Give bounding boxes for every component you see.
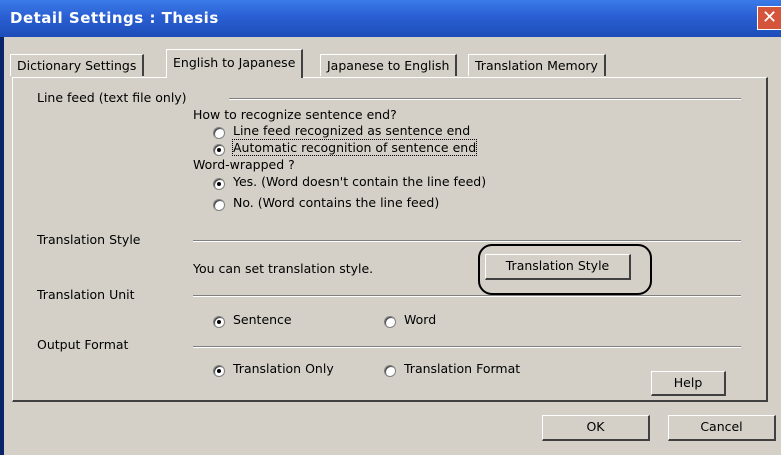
sentence-end-question: How to recognize sentence end?	[193, 107, 397, 122]
tab-label: Japanese to English	[327, 58, 450, 73]
close-icon[interactable]: ✕	[757, 6, 781, 30]
tab-label: English to Japanese	[173, 55, 296, 70]
help-button[interactable]: Help	[651, 371, 726, 396]
radio-translation-only-label[interactable]: Translation Only	[233, 361, 334, 376]
radio-line-feed-sentence-end[interactable]	[213, 127, 225, 139]
tab-label: Dictionary Settings	[17, 58, 137, 73]
radio-translation-only[interactable]	[213, 365, 225, 377]
radio-word-label[interactable]: Word	[404, 312, 436, 327]
translation-style-description: You can set translation style.	[193, 261, 374, 276]
tab-dictionary-settings[interactable]: Dictionary Settings	[10, 54, 145, 76]
radio-sentence[interactable]	[213, 316, 225, 328]
translation-style-group-label: Translation Style	[37, 232, 141, 247]
title-bar[interactable]: Detail Settings : Thesis ✕	[0, 0, 781, 37]
translation-unit-group-label: Translation Unit	[37, 287, 135, 302]
window-title: Detail Settings : Thesis	[10, 9, 219, 27]
word-wrapped-question: Word-wrapped ?	[193, 157, 295, 172]
line-feed-separator	[229, 98, 741, 100]
translation-unit-separator	[193, 295, 741, 297]
radio-sentence-label[interactable]: Sentence	[233, 312, 292, 327]
highlight-callout-ring	[478, 244, 652, 295]
cancel-button-label: Cancel	[700, 419, 743, 434]
radio-automatic-recognition[interactable]	[213, 144, 225, 156]
translation-style-separator	[193, 240, 741, 242]
tab-label: Translation Memory	[475, 58, 598, 73]
tab-panel-english-to-japanese: Line feed (text file only) How to recogn…	[12, 77, 768, 402]
radio-word-wrapped-no-label[interactable]: No. (Word contains the line feed)	[233, 195, 439, 210]
help-button-label: Help	[673, 375, 703, 390]
radio-word-wrapped-no[interactable]	[213, 199, 225, 211]
cancel-button[interactable]: Cancel	[668, 415, 776, 441]
output-format-separator	[193, 346, 741, 348]
dialog-client-area: Dictionary Settings English to Japanese …	[4, 37, 781, 455]
radio-word[interactable]	[384, 316, 396, 328]
tab-japanese-to-english[interactable]: Japanese to English	[320, 54, 458, 76]
tab-english-to-japanese[interactable]: English to Japanese	[166, 49, 304, 78]
radio-word-wrapped-yes-label[interactable]: Yes. (Word doesn't contain the line feed…	[233, 174, 486, 189]
ok-button[interactable]: OK	[542, 415, 650, 441]
tab-translation-memory[interactable]: Translation Memory	[468, 54, 606, 76]
radio-translation-format-label[interactable]: Translation Format	[404, 361, 520, 376]
radio-line-feed-sentence-end-label[interactable]: Line feed recognized as sentence end	[233, 123, 470, 138]
output-format-group-label: Output Format	[37, 337, 129, 352]
dialog-window: Detail Settings : Thesis ✕ Dictionary Se…	[0, 0, 781, 455]
radio-word-wrapped-yes[interactable]	[213, 178, 225, 190]
radio-translation-format[interactable]	[384, 365, 396, 377]
radio-automatic-recognition-label[interactable]: Automatic recognition of sentence end	[231, 139, 478, 156]
ok-button-label: OK	[586, 419, 605, 434]
line-feed-group-label: Line feed (text file only)	[37, 90, 187, 105]
